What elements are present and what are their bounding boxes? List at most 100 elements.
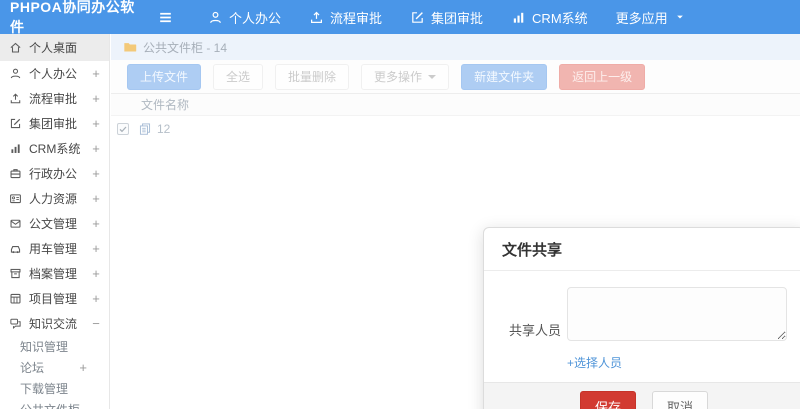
nav-label: 个人办公 xyxy=(229,10,282,26)
expand-toggle[interactable]: + xyxy=(91,291,101,306)
sidebar-item-label: 行政办公 xyxy=(29,167,78,181)
expand-toggle[interactable]: + xyxy=(91,241,101,256)
upload-icon xyxy=(309,10,324,25)
expand-toggle[interactable]: + xyxy=(91,116,101,131)
briefcase-icon xyxy=(9,167,22,180)
select-all-button[interactable]: 全选 xyxy=(213,63,264,90)
sidebar-item-label: 人力资源 xyxy=(29,192,78,206)
edit-icon xyxy=(410,10,425,25)
new-folder-button[interactable]: 新建文件夹 xyxy=(461,63,548,90)
sidebar-subitem-download-mgmt[interactable]: 下载管理 xyxy=(20,378,109,399)
save-button[interactable]: 保存 xyxy=(579,391,636,409)
sidebar-item-label: 公文管理 xyxy=(29,217,78,231)
expand-toggle[interactable]: + xyxy=(91,91,101,106)
folder-icon xyxy=(123,40,137,54)
select-people-link[interactable]: +选择人员 xyxy=(567,354,622,371)
nav-label: 更多应用 xyxy=(615,10,668,26)
sidebar-item-personal-office[interactable]: 个人办公 + xyxy=(0,61,109,86)
chart-icon xyxy=(511,10,526,25)
modal-footer: 保存 取消 xyxy=(484,382,800,409)
sidebar-item-group-approval[interactable]: 集团审批 + xyxy=(0,111,109,136)
upload-icon xyxy=(9,92,22,105)
nav-item-workflow-approval[interactable]: 流程审批 xyxy=(295,0,396,34)
file-name-column-header: 文件名称 xyxy=(141,98,190,112)
sidebar-item-label: 个人桌面 xyxy=(29,41,78,55)
sidebar-item-label: 个人办公 xyxy=(29,67,78,81)
back-up-level-button[interactable]: 返回上一级 xyxy=(559,63,646,90)
sidebar-item-personal-desktop[interactable]: 个人桌面 xyxy=(0,34,109,61)
caret-down-icon xyxy=(428,74,437,79)
sidebar-toggle-button[interactable] xyxy=(148,0,182,34)
sidebar: 个人桌面 个人办公 + 流程审批 + 集团审批 + CRM系统 + 行政办公 + xyxy=(0,34,110,409)
chart-icon xyxy=(9,142,22,155)
row-checkbox[interactable] xyxy=(117,123,129,135)
hamburger-icon xyxy=(157,9,174,26)
home-icon xyxy=(9,41,22,54)
expand-toggle[interactable]: + xyxy=(91,166,101,181)
sidebar-item-official-docs[interactable]: 公文管理 + xyxy=(0,211,109,236)
sidebar-item-label: 流程审批 xyxy=(29,92,78,106)
nav-item-more-apps[interactable]: 更多应用 xyxy=(602,0,700,34)
person-icon xyxy=(208,10,223,25)
person-icon xyxy=(9,67,22,80)
sidebar-item-vehicle[interactable]: 用车管理 + xyxy=(0,236,109,261)
file-table-header: 文件名称 xyxy=(111,93,800,116)
expand-toggle[interactable]: + xyxy=(91,141,101,156)
file-toolbar: 上传文件 全选 批量删除 更多操作 新建文件夹 返回上一级 xyxy=(111,60,800,93)
share-people-textarea[interactable] xyxy=(567,287,787,341)
sidebar-subitem-label: 下载管理 xyxy=(20,382,69,396)
expand-toggle[interactable]: + xyxy=(91,66,101,81)
idcard-icon xyxy=(9,192,22,205)
car-icon xyxy=(9,242,22,255)
nav-label: CRM系统 xyxy=(532,10,588,26)
upload-file-button[interactable]: 上传文件 xyxy=(127,63,202,90)
modal-title: 文件共享 xyxy=(502,242,563,259)
batch-delete-button[interactable]: 批量删除 xyxy=(275,63,350,90)
sidebar-subitem-public-file-cabinet[interactable]: 公共文件柜 xyxy=(20,399,109,409)
modal-body: 共享人员 +选择人员 xyxy=(484,271,800,382)
sidebar-subitem-knowledge-mgmt[interactable]: 知识管理 xyxy=(20,336,109,357)
file-name[interactable]: 12 xyxy=(157,122,170,136)
archive-icon xyxy=(9,267,22,280)
app-logo: PHPOA协同办公软件 xyxy=(10,0,135,35)
file-icon xyxy=(138,122,152,136)
sidebar-item-label: 档案管理 xyxy=(29,267,78,281)
sidebar-subitem-forum[interactable]: 论坛 + xyxy=(20,357,109,378)
sidebar-item-knowledge[interactable]: 知识交流 − xyxy=(0,311,109,336)
more-operations-label: 更多操作 xyxy=(374,70,423,84)
check-icon xyxy=(118,124,128,134)
nav-item-crm[interactable]: CRM系统 xyxy=(497,0,602,34)
expand-toggle[interactable]: + xyxy=(91,266,101,281)
nav-label: 集团审批 xyxy=(431,10,484,26)
sidebar-item-crm[interactable]: CRM系统 + xyxy=(0,136,109,161)
nav-item-personal-office[interactable]: 个人办公 xyxy=(194,0,295,34)
sidebar-item-workflow-approval[interactable]: 流程审批 + xyxy=(0,86,109,111)
app-window: PHPOA协同办公软件 个人办公 流程审批 集团审批 CRM系统 更多应用 个人… xyxy=(0,0,800,409)
expand-toggle[interactable]: + xyxy=(79,360,87,375)
expand-toggle[interactable]: + xyxy=(91,191,101,206)
breadcrumb: 公共文件柜 - 14 xyxy=(111,34,800,60)
file-share-modal: 文件共享 共享人员 +选择人员 保存 取消 xyxy=(483,227,800,409)
sidebar-item-label: 知识交流 xyxy=(29,317,78,331)
sidebar-subitem-label: 知识管理 xyxy=(20,340,69,354)
expand-toggle[interactable]: + xyxy=(91,216,101,231)
sidebar-subitem-label: 公共文件柜 xyxy=(20,401,87,409)
chat-icon xyxy=(9,317,22,330)
knowledge-submenu: 知识管理 论坛 + 下载管理 公共文件柜 xyxy=(0,336,109,409)
sidebar-subitem-label: 论坛 xyxy=(20,361,45,375)
table-row[interactable]: 12 xyxy=(111,116,800,142)
nav-item-group-approval[interactable]: 集团审批 xyxy=(396,0,497,34)
sidebar-item-projects[interactable]: 项目管理 + xyxy=(0,286,109,311)
cancel-button[interactable]: 取消 xyxy=(652,391,709,409)
envelope-icon xyxy=(9,217,22,230)
edit-icon xyxy=(9,117,22,130)
sidebar-item-archives[interactable]: 档案管理 + xyxy=(0,261,109,286)
expand-toggle[interactable]: − xyxy=(91,316,101,331)
sidebar-item-admin-office[interactable]: 行政办公 + xyxy=(0,161,109,186)
breadcrumb-label: 公共文件柜 - 14 xyxy=(143,40,228,55)
top-nav: 个人办公 流程审批 集团审批 CRM系统 更多应用 xyxy=(194,0,700,34)
more-operations-dropdown[interactable]: 更多操作 xyxy=(361,63,450,90)
caret-down-icon xyxy=(674,11,686,23)
sidebar-item-label: 项目管理 xyxy=(29,292,78,306)
sidebar-item-hr[interactable]: 人力资源 + xyxy=(0,186,109,211)
